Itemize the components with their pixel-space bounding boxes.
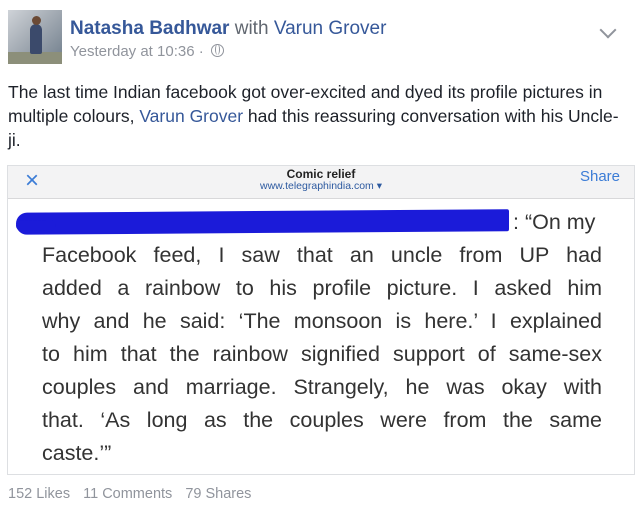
quote-line: Facebook feed, I saw that an uncle from …: [42, 243, 602, 267]
quote-line: to him that the rainbow signified suppor…: [42, 342, 602, 366]
author-line: Natasha Badhwar with Varun Grover: [70, 18, 386, 40]
post-meta: Yesterday at 10:36 ·: [70, 43, 224, 60]
quote-line: : “On my: [513, 210, 596, 234]
post-text: The last time Indian facebook got over-e…: [8, 80, 623, 152]
quote-line: why and he said: ‘The monsoon is here.’ …: [42, 309, 602, 333]
avatar-figure: [30, 24, 42, 54]
shares-count-link[interactable]: 79 Shares: [185, 486, 251, 502]
likes-count-link[interactable]: 152 Likes: [8, 486, 70, 502]
post-header: Natasha Badhwar with Varun Grover Yester…: [8, 10, 628, 66]
avatar[interactable]: [8, 10, 62, 64]
with-text: with: [234, 18, 269, 39]
author-name-link[interactable]: Natasha Badhwar: [70, 18, 229, 39]
quote-line: added a rainbow to his profile picture. …: [42, 276, 602, 300]
share-button[interactable]: Share: [580, 168, 620, 185]
bar-url[interactable]: www.telegraphindia.com ▾: [8, 180, 634, 192]
shared-image-card[interactable]: × Comic relief www.telegraphindia.com ▾ …: [7, 165, 635, 475]
bar-title: Comic relief: [286, 167, 356, 181]
browser-bar: × Comic relief www.telegraphindia.com ▾ …: [8, 166, 634, 199]
tagged-user-link[interactable]: Varun Grover: [274, 18, 387, 39]
avatar-head: [32, 16, 41, 25]
timestamp-link[interactable]: Yesterday at 10:36: [70, 43, 195, 60]
article-excerpt: : “On my Facebook feed, I saw that an un…: [8, 199, 634, 474]
quote-line: caste.’”: [42, 441, 112, 465]
quote-line: that. ‘As long as the couples were from …: [42, 408, 602, 432]
quote-line: couples and marriage. Strangely, he was …: [42, 375, 602, 399]
chevron-down-icon[interactable]: [599, 21, 617, 39]
post-text-mention-link[interactable]: Varun Grover: [139, 106, 243, 126]
post-stats: 152 Likes 11 Comments 79 Shares: [8, 486, 260, 502]
comments-count-link[interactable]: 11 Comments: [83, 486, 172, 502]
meta-separator: ·: [198, 43, 204, 60]
globe-icon[interactable]: [210, 44, 224, 57]
redaction-scribble: [16, 209, 509, 235]
